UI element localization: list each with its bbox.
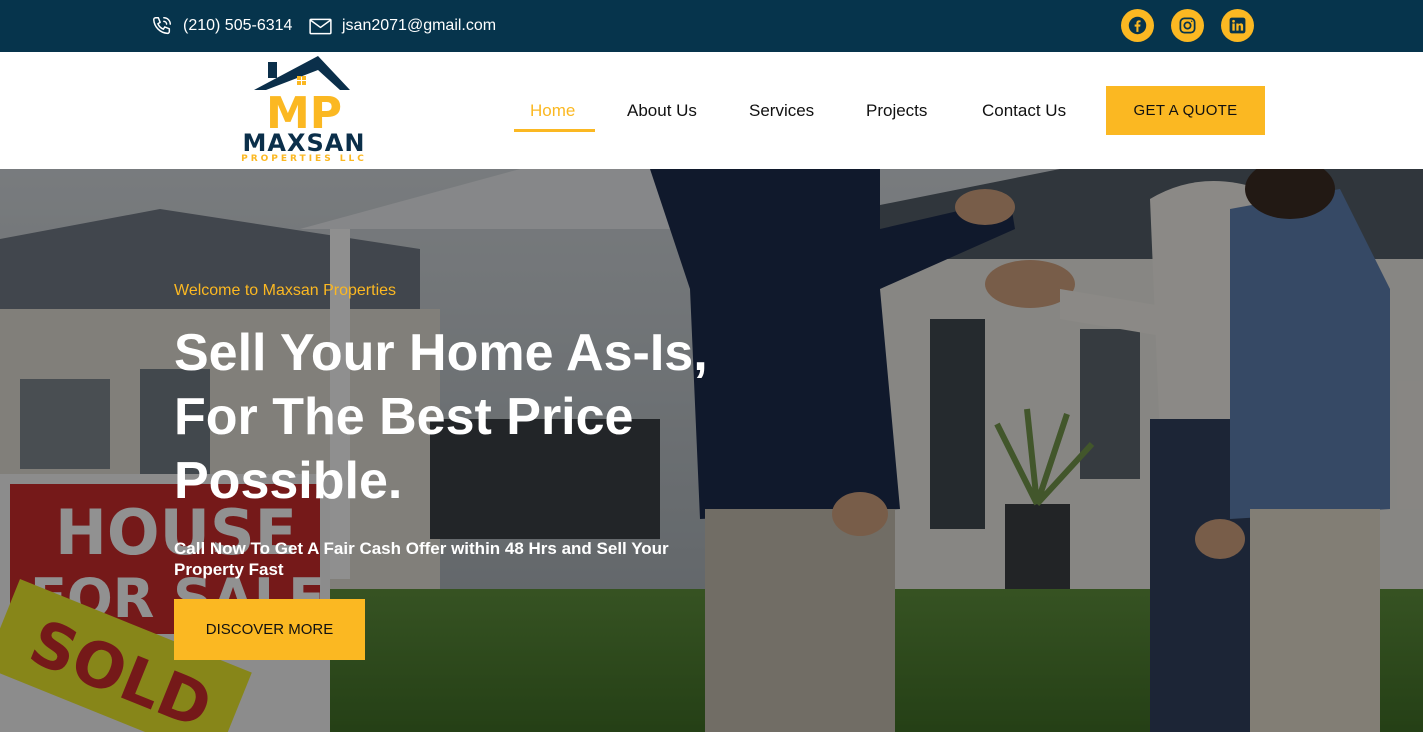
linkedin-icon — [1229, 17, 1246, 34]
logo-mark: MP — [254, 56, 350, 139]
get-a-quote-button[interactable]: GET A QUOTE — [1106, 86, 1265, 135]
hero-headline: Sell Your Home As-Is, For The Best Price… — [174, 321, 774, 513]
hero-subheadline: Call Now To Get A Fair Cash Offer within… — [174, 539, 669, 579]
nav-home[interactable]: Home — [530, 52, 575, 169]
instagram-link[interactable] — [1171, 9, 1204, 42]
phone-number: (210) 505-6314 — [183, 17, 293, 34]
nav-services[interactable]: Services — [749, 52, 814, 169]
nav-active-underline — [514, 129, 595, 132]
phone-icon — [153, 17, 171, 35]
logo-subtitle: PROPERTIES LLC — [241, 154, 367, 164]
top-bar: (210) 505-6314 jsan2071@gmail.com — [0, 0, 1423, 52]
logo-monogram: MP — [266, 88, 342, 132]
phone-contact[interactable]: (210) 505-6314 — [151, 0, 292, 52]
headline-line-1: Sell Your Home As-Is, — [174, 324, 708, 382]
email-address: jsan2071@gmail.com — [342, 17, 497, 34]
nav-projects[interactable]: Projects — [866, 52, 927, 169]
site-header: MP MAXSAN PROPERTIES LLC Home About Us S… — [0, 52, 1423, 169]
facebook-link[interactable] — [1121, 9, 1154, 42]
linkedin-link[interactable] — [1221, 9, 1254, 42]
logo-brand: MAXSAN — [242, 129, 366, 157]
hero-section: HOUSE FOR SALE SOLD Welcome to Maxsan Pr… — [0, 169, 1423, 732]
instagram-icon — [1179, 17, 1196, 34]
nav-about-us[interactable]: About Us — [627, 52, 697, 169]
facebook-icon — [1128, 16, 1147, 35]
headline-line-3: Possible. — [174, 452, 403, 510]
nav-contact-us[interactable]: Contact Us — [982, 52, 1066, 169]
headline-line-2: For The Best Price — [174, 388, 634, 446]
site-logo[interactable]: MP MAXSAN PROPERTIES LLC — [226, 52, 382, 169]
email-contact[interactable]: jsan2071@gmail.com — [309, 0, 496, 52]
hero-eyebrow: Welcome to Maxsan Properties — [174, 282, 397, 299]
mail-icon — [309, 18, 332, 34]
discover-more-button[interactable]: DISCOVER MORE — [174, 599, 365, 660]
